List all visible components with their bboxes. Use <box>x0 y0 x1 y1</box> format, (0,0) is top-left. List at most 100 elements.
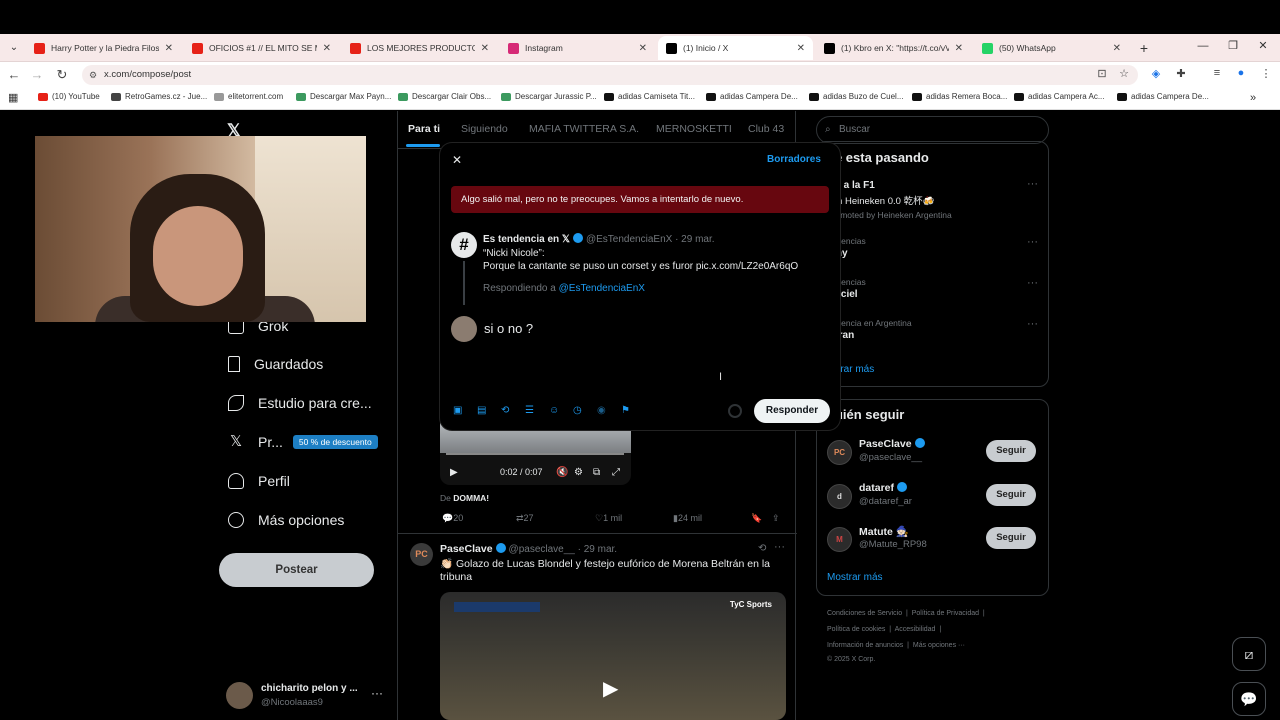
close-tab-icon[interactable]: ✕ <box>797 43 805 54</box>
browser-tab[interactable]: Harry Potter y la Piedra Filosofal ✕ <box>26 36 181 60</box>
url-input[interactable]: ⚙ x.com/compose/post <box>82 65 1138 85</box>
more-icon[interactable]: ··· <box>371 686 383 700</box>
browser-tab[interactable]: LOS MEJORES PRODUCTOS QUE ✕ <box>342 36 497 60</box>
profile-avatar-icon[interactable]: ● <box>1233 67 1249 79</box>
trend-item[interactable]: endencia en Argentina edran ··· <box>827 318 1042 341</box>
tab-search-icon[interactable]: ⌄ <box>6 40 22 56</box>
media-icon[interactable]: ≡ <box>1209 67 1225 79</box>
follow-button[interactable]: Seguir <box>986 440 1036 462</box>
bookmark-item[interactable]: adidas Campera Ac... <box>1014 92 1104 101</box>
credit-name[interactable]: DOMMA! <box>453 493 489 503</box>
emoji-icon[interactable]: ☺ <box>549 405 559 416</box>
install-icon[interactable]: ⊡ <box>1094 67 1110 80</box>
close-icon[interactable]: ✕ <box>452 153 462 167</box>
close-tab-icon[interactable]: ✕ <box>639 43 647 54</box>
footer-link[interactable]: Condiciones de Servicio <box>827 610 902 617</box>
trend-item[interactable]: endencias iony ··· <box>827 236 1042 259</box>
bookmark-item[interactable]: Descargar Jurassic P... <box>501 92 597 101</box>
search-input[interactable]: ⌕ Buscar <box>816 116 1049 144</box>
video-progress-bar[interactable] <box>446 453 624 455</box>
follow-suggestion[interactable]: PC PaseClave @paseclave__ Seguir <box>827 438 1042 472</box>
footer-link[interactable]: Política de Privacidad <box>912 610 979 617</box>
follow-suggestion[interactable]: M Matute 🧙🏻 @Matute_RP98 Seguir <box>827 525 1042 559</box>
mute-icon[interactable]: 🔇 <box>556 467 568 478</box>
reply-textarea[interactable]: si o no ? <box>484 321 533 336</box>
close-tab-icon[interactable]: ✕ <box>1113 43 1121 54</box>
bookmark-item[interactable]: adidas Campera De... <box>706 92 798 101</box>
footer-link[interactable]: Más opciones ··· <box>913 642 965 649</box>
grok-icon[interactable]: ⟲ <box>501 405 509 416</box>
nav-creator-studio[interactable]: Estudio para cre... <box>228 395 372 411</box>
tab-for-you[interactable]: Para ti <box>408 123 440 135</box>
bookmark-item[interactable]: adidas Campera De... <box>1117 92 1209 101</box>
bookmark-item[interactable]: (10) YouTube <box>38 92 100 101</box>
schedule-icon[interactable]: ◷ <box>573 405 582 416</box>
browser-menu-icon[interactable]: ⋮ <box>1258 67 1274 80</box>
bookmark-item[interactable]: Descargar Max Payn... <box>296 92 391 101</box>
window-close-icon[interactable]: ✕ <box>1248 34 1278 58</box>
reply-action[interactable]: 💬 20 <box>442 513 463 524</box>
extensions-puzzle-icon[interactable]: ✚ <box>1173 67 1189 80</box>
bookmark-icon[interactable]: 🔖 <box>751 513 762 524</box>
trend-item[interactable]: ajá a la F1 con Heineken 0.0 乾杯🍻 Promote… <box>827 178 1042 220</box>
bookmark-item[interactable]: Descargar Clair Obs... <box>398 92 491 101</box>
close-tab-icon[interactable]: ✕ <box>165 43 173 54</box>
replying-to-handle[interactable]: @EsTendenciaEnX <box>559 283 645 294</box>
poll-icon[interactable]: ☰ <box>525 405 534 416</box>
gif-icon[interactable]: ▤ <box>477 405 486 416</box>
quoted-author-name[interactable]: Es tendencia en <box>483 234 559 245</box>
nav-premium[interactable]: 𝕏 Pr... 50 % de descuento <box>228 434 378 450</box>
forward-icon[interactable]: → <box>29 67 45 82</box>
follow-button[interactable]: Seguir <box>986 527 1036 549</box>
nav-profile[interactable]: Perfil <box>228 473 290 489</box>
avatar[interactable]: M <box>827 527 852 552</box>
settings-icon[interactable]: ⚙ <box>574 467 583 478</box>
nav-more-options[interactable]: Más opciones <box>228 512 344 528</box>
views-action[interactable]: ▮ 24 mil <box>673 513 702 524</box>
tab-list-mafia[interactable]: MAFIA TWITTERA S.A. <box>529 123 639 135</box>
browser-tab[interactable]: (1) Kbro en X: "https://t.co/vVE ✕ <box>816 36 971 60</box>
grok-summary-icon[interactable]: ⟲ <box>758 543 766 554</box>
grok-fab-icon[interactable]: ⧄ <box>1232 637 1266 671</box>
like-action[interactable]: ♡ 1 mil <box>595 513 622 524</box>
messages-fab-icon[interactable]: 💬 <box>1232 682 1266 716</box>
more-icon[interactable]: ··· <box>1027 178 1038 190</box>
extension-icon[interactable]: ◈ <box>1148 67 1164 80</box>
location-icon[interactable]: ◉ <box>597 405 606 416</box>
author-name[interactable]: PaseClave <box>440 543 493 555</box>
browser-tab[interactable]: OFICIOS #1 // EL MITO SE METE ✕ <box>184 36 339 60</box>
close-tab-icon[interactable]: ✕ <box>323 43 331 54</box>
flag-icon[interactable]: ⚑ <box>621 405 630 416</box>
bookmark-item[interactable]: adidas Buzo de Cuel... <box>809 92 904 101</box>
bookmark-item[interactable]: adidas Camiseta Tit... <box>604 92 695 101</box>
follow-suggestion[interactable]: d dataref @dataref_ar Seguir <box>827 482 1042 516</box>
tab-list-club43[interactable]: Club 43 <box>748 123 784 135</box>
play-icon[interactable]: ▶ <box>603 676 618 701</box>
reload-icon[interactable]: ↻ <box>54 67 70 83</box>
post-button[interactable]: Postear <box>219 553 374 587</box>
avatar[interactable]: PC <box>410 543 433 566</box>
more-icon[interactable]: ··· <box>1027 277 1038 289</box>
nav-saved[interactable]: Guardados <box>228 356 323 372</box>
apps-grid-icon[interactable]: ▦ <box>8 91 18 104</box>
close-tab-icon[interactable]: ✕ <box>481 43 489 54</box>
bookmarks-overflow-icon[interactable]: » <box>1250 92 1256 104</box>
browser-tab-active[interactable]: (1) Inicio / X ✕ <box>658 36 813 60</box>
footer-link[interactable]: Accesibilidad <box>895 626 936 633</box>
reply-button[interactable]: Responder <box>754 399 830 423</box>
new-tab-icon[interactable]: + <box>1136 40 1152 56</box>
avatar[interactable]: PC <box>827 440 852 465</box>
post-video[interactable]: TyC Sports ▶ <box>440 592 786 720</box>
footer-link[interactable]: Información de anuncios <box>827 642 903 649</box>
pip-icon[interactable]: ⧉ <box>593 467 600 478</box>
footer-link[interactable]: Política de cookies <box>827 626 885 633</box>
share-icon[interactable]: ⇪ <box>772 513 780 524</box>
tab-following[interactable]: Siguiendo <box>461 123 508 135</box>
fullscreen-icon[interactable]: ⤢ <box>612 467 620 478</box>
more-icon[interactable]: ··· <box>1027 318 1038 330</box>
back-icon[interactable]: ← <box>6 67 22 82</box>
bookmark-item[interactable]: elitetorrent.com <box>214 92 283 101</box>
minimize-icon[interactable]: — <box>1188 34 1218 58</box>
maximize-icon[interactable]: ❐ <box>1218 34 1248 58</box>
close-tab-icon[interactable]: ✕ <box>955 43 963 54</box>
